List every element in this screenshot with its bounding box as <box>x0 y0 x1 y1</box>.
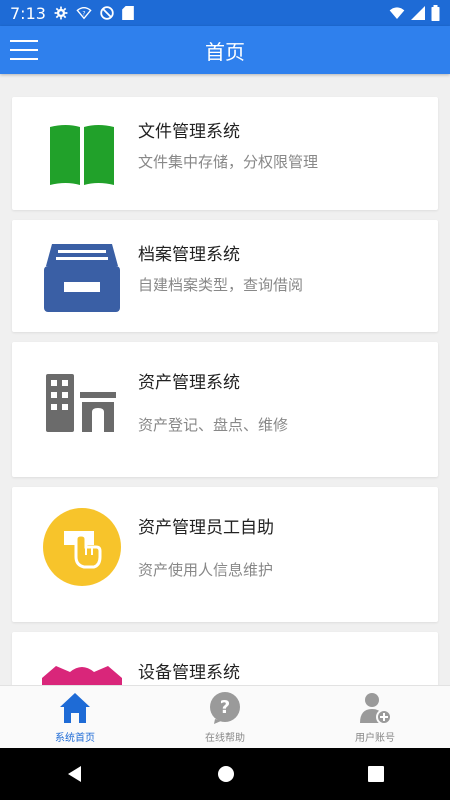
sd-card-icon <box>122 6 134 20</box>
module-title: 文件管理系统 <box>138 122 240 142</box>
module-desc: 资产使用人信息维护 <box>138 561 274 579</box>
module-card-asset-management[interactable]: 资产管理系统 资产登记、盘点、维修 <box>12 342 438 477</box>
module-card-asset-self-service[interactable]: 资产管理员工自助 资产使用人信息维护 <box>12 487 438 622</box>
svg-text:?: ? <box>220 697 230 718</box>
battery-icon <box>431 5 440 21</box>
module-card-file-management[interactable]: 文件管理系统 文件集中存储，分权限管理 <box>12 97 438 210</box>
page-title: 首页 <box>205 39 245 64</box>
no-disturb-icon <box>100 6 114 20</box>
nav-label: 系统首页 <box>55 733 95 744</box>
archive-box-icon <box>42 236 122 316</box>
nav-label: 用户账号 <box>355 733 395 744</box>
module-title: 资产管理员工自助 <box>138 518 274 538</box>
system-nav-bar <box>0 748 450 800</box>
nav-label: 在线帮助 <box>205 733 245 744</box>
module-card-device-management[interactable]: 设备管理系统 <box>12 632 438 685</box>
nav-item-home[interactable]: 系统首页 <box>0 686 150 749</box>
module-desc: 资产登记、盘点、维修 <box>138 416 289 434</box>
module-list: 文件管理系统 文件集中存储，分权限管理 档案管理系统 自建档案类型，查询借阅 资… <box>0 74 450 685</box>
book-icon <box>42 115 122 195</box>
status-right <box>389 5 440 21</box>
app-bar: 首页 <box>0 26 450 74</box>
user-add-icon <box>360 693 392 725</box>
module-desc: 自建档案类型，查询借阅 <box>138 276 304 294</box>
device-icon <box>42 658 122 685</box>
module-desc: 文件集中存储，分权限管理 <box>138 153 319 171</box>
home-circle-icon[interactable] <box>216 764 236 784</box>
status-left: 7:13 ? <box>10 4 134 23</box>
nav-item-help[interactable]: ? 在线帮助 <box>150 686 300 749</box>
wifi-icon <box>389 7 405 19</box>
nav-item-user-account[interactable]: 用户账号 <box>300 686 450 749</box>
hamburger-menu-icon[interactable] <box>10 37 38 63</box>
hand-tap-icon <box>42 507 122 587</box>
gear-icon <box>54 6 68 20</box>
building-icon <box>42 368 122 448</box>
signal-icon <box>411 6 425 20</box>
bottom-nav: 系统首页 ? 在线帮助 用户账号 <box>0 685 450 749</box>
svg-text:?: ? <box>82 11 85 18</box>
module-title: 资产管理系统 <box>138 373 240 393</box>
wifi-question-icon: ? <box>76 7 92 20</box>
module-card-archive-management[interactable]: 档案管理系统 自建档案类型，查询借阅 <box>12 220 438 332</box>
status-bar: 7:13 ? <box>0 0 450 26</box>
module-title: 档案管理系统 <box>138 245 240 265</box>
recents-icon[interactable] <box>367 765 385 783</box>
status-time: 7:13 <box>10 3 46 23</box>
back-icon[interactable] <box>65 764 85 784</box>
help-icon: ? <box>210 692 240 724</box>
home-icon <box>60 693 90 723</box>
module-title: 设备管理系统 <box>138 663 240 683</box>
